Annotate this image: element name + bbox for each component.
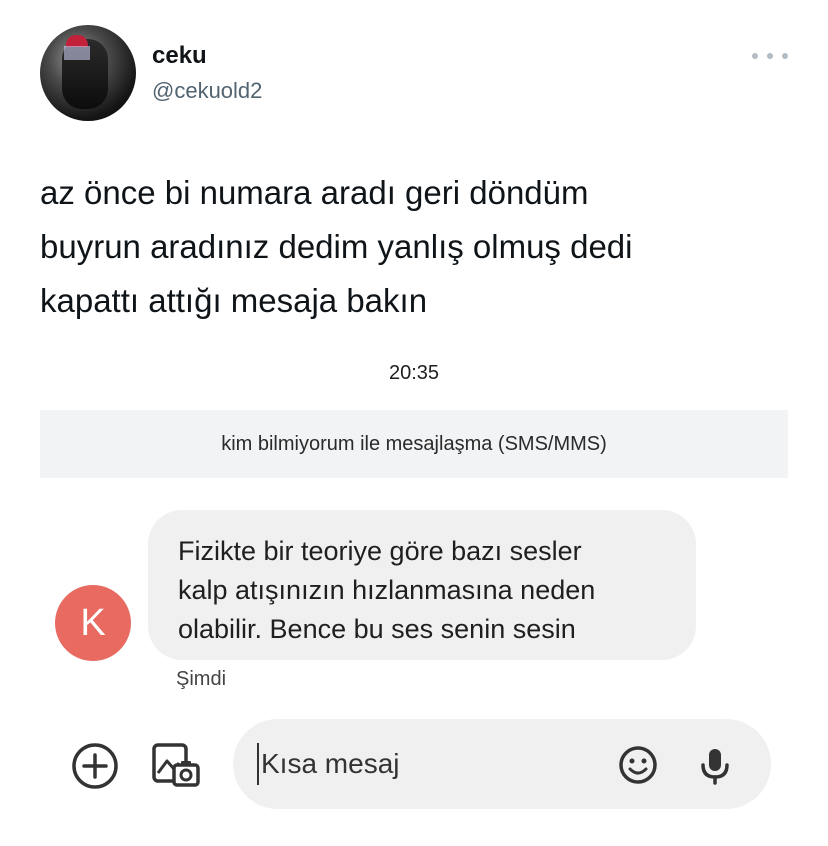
plus-circle-icon[interactable]: [70, 741, 120, 791]
message-time: 20:35: [388, 362, 440, 384]
message-composer[interactable]: [233, 719, 771, 809]
message-input[interactable]: [257, 743, 601, 785]
message-status: Şimdi: [176, 668, 227, 690]
emoji-icon[interactable]: [616, 743, 660, 787]
avatar-face-blur: [64, 46, 90, 60]
profile-avatar[interactable]: [40, 25, 136, 121]
dot: [767, 53, 773, 59]
dot: [752, 53, 758, 59]
microphone-icon[interactable]: [693, 743, 737, 787]
more-dots-icon[interactable]: [752, 44, 788, 68]
author-handle[interactable]: @cekuold2: [152, 78, 262, 104]
dot: [782, 53, 788, 59]
tweet-text: az önce bi numara aradı geri döndüm buyr…: [40, 174, 633, 319]
gallery-camera-icon[interactable]: [150, 739, 202, 791]
message-bubble[interactable]: Fizikte bir teoriye göre bazı sesler kal…: [148, 510, 696, 660]
contact-avatar[interactable]: K: [55, 585, 131, 661]
conversation-banner: kim bilmiyorum ile mesajlaşma (SMS/MMS): [40, 410, 788, 478]
author-name[interactable]: ceku: [152, 42, 207, 70]
